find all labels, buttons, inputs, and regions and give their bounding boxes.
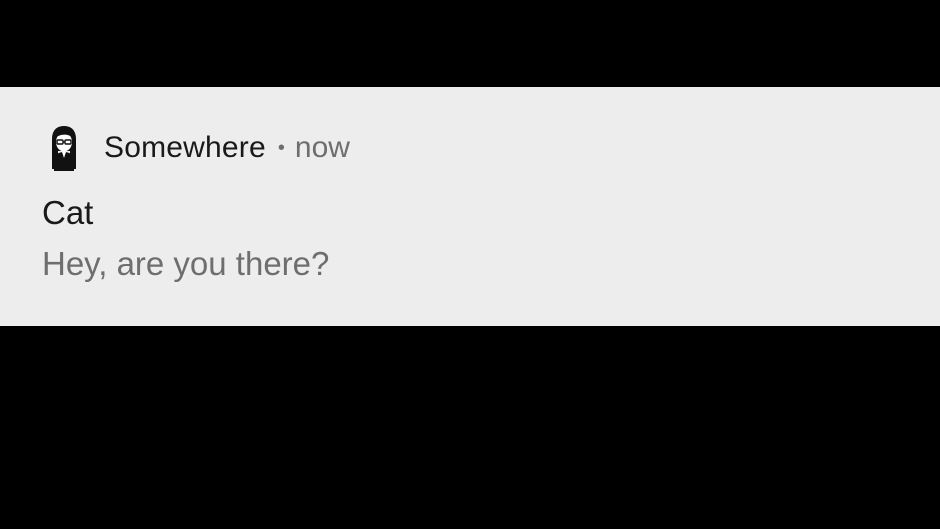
- woman-avatar-icon: [52, 126, 76, 171]
- notification-title: Cat: [42, 194, 94, 231]
- notification-time: now: [294, 131, 350, 164]
- header-separator: •: [277, 136, 285, 159]
- phone-screen: Somewhere • now Cat Hey, are you there?: [0, 0, 940, 529]
- app-name: Somewhere: [104, 131, 266, 164]
- notification-header: Somewhere • now: [46, 124, 350, 172]
- notification-message: Hey, are you there?: [42, 245, 330, 282]
- notification-card[interactable]: Somewhere • now Cat Hey, are you there?: [0, 87, 940, 326]
